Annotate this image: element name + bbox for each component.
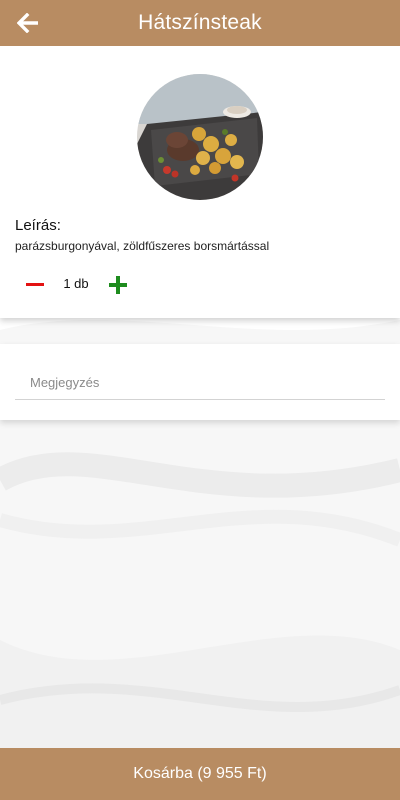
product-card: Leírás: parázsburgonyával, zöldfűszeres … — [0, 46, 400, 318]
quantity-value: 1 db — [63, 276, 89, 291]
description-text: parázsburgonyával, zöldfűszeres borsmárt… — [15, 239, 270, 253]
add-to-cart-button[interactable]: Kosárba (9 955 Ft) — [0, 748, 400, 800]
food-photo — [137, 74, 263, 200]
description-label: Leírás: — [15, 217, 61, 234]
note-card — [0, 344, 400, 420]
plus-icon — [109, 276, 127, 294]
note-input[interactable] — [15, 366, 385, 400]
increase-quantity-button[interactable] — [105, 272, 131, 298]
decrease-quantity-button[interactable] — [22, 273, 48, 295]
app-header: Hátszínsteak — [0, 0, 400, 46]
minus-icon — [26, 282, 44, 286]
page-title: Hátszínsteak — [138, 11, 262, 34]
